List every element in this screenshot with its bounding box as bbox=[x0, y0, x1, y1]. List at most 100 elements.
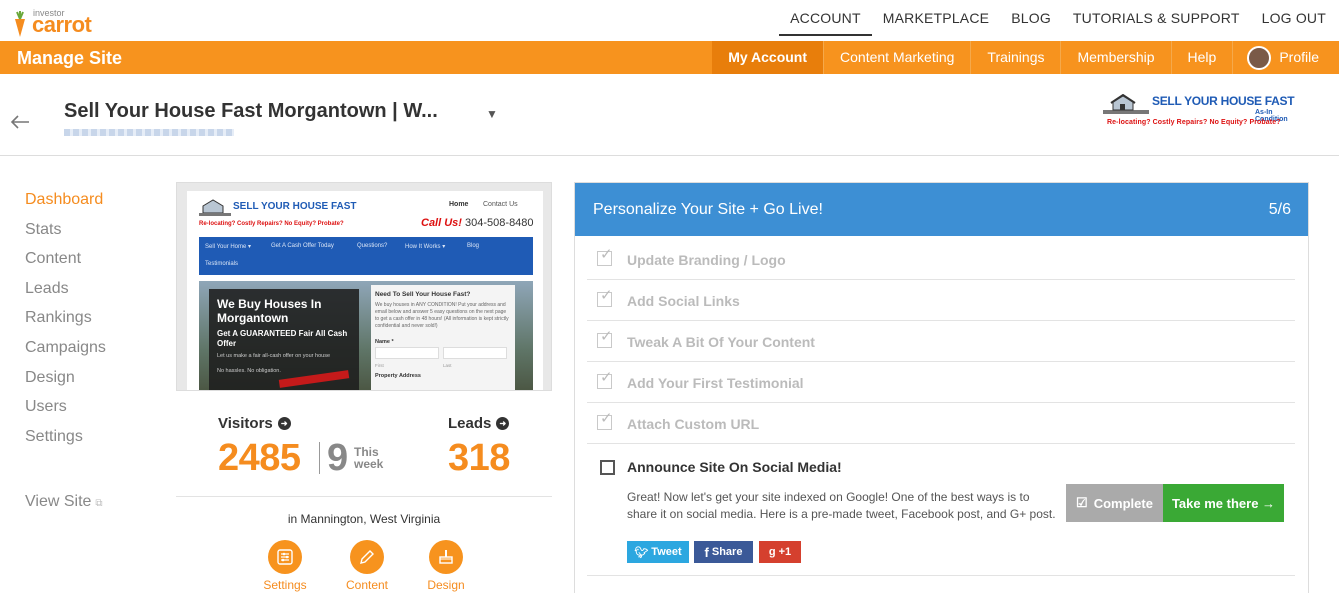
sub-nav-help[interactable]: Help bbox=[1170, 41, 1233, 74]
view-site-label: View Site bbox=[25, 493, 92, 510]
google-plus-button[interactable]: g +1 bbox=[759, 541, 801, 563]
stats-divider-line bbox=[176, 496, 552, 497]
preview-form-heading: Need To Sell Your House Fast? bbox=[375, 291, 471, 298]
go-live-checklist: Personalize Your Site + Go Live! 5/6 ✓ U… bbox=[574, 182, 1309, 593]
tweet-button[interactable]: 🐦︎ Tweet bbox=[627, 541, 689, 563]
complete-button-label: Complete bbox=[1093, 495, 1153, 511]
checklist-title: Personalize Your Site + Go Live! bbox=[593, 201, 823, 218]
open-task-description: Great! Now let's get your site indexed o… bbox=[627, 490, 1056, 521]
top-nav-account[interactable]: ACCOUNT bbox=[779, 0, 872, 36]
manage-site-title: Manage Site bbox=[17, 48, 123, 68]
google-plus-icon: g bbox=[768, 546, 776, 558]
share-label: Share bbox=[711, 546, 743, 558]
sidebar-item-dashboard[interactable]: Dashboard bbox=[25, 190, 155, 220]
preview-form-last-input bbox=[443, 347, 507, 359]
checkmark-icon: ✓ bbox=[600, 287, 613, 304]
sub-nav-content-marketing[interactable]: Content Marketing bbox=[823, 41, 970, 74]
preview-form-address: Property Address bbox=[375, 373, 421, 379]
sub-nav-my-account[interactable]: My Account bbox=[712, 41, 824, 74]
unchecked-box[interactable] bbox=[600, 460, 615, 475]
checkmark-icon: ✓ bbox=[600, 410, 613, 427]
top-bar: investor carrot ACCOUNT MARKETPLACE BLOG… bbox=[0, 0, 1339, 41]
sub-nav-profile[interactable]: Profile bbox=[1232, 41, 1339, 74]
paint-brush-icon bbox=[429, 540, 463, 574]
preview-nav-item: How It Works ▾ bbox=[405, 244, 446, 250]
task-label: Add Social Links bbox=[627, 293, 740, 309]
leads-link[interactable]: Leads ➜ bbox=[448, 415, 510, 432]
task-label: Tweak A Bit Of Your Content bbox=[627, 334, 815, 350]
site-dropdown-caret-icon[interactable]: ▼ bbox=[486, 107, 498, 121]
sidebar-item-design[interactable]: Design bbox=[25, 368, 155, 398]
preview-nav-contact: Contact Us bbox=[483, 201, 518, 208]
quick-link-settings[interactable]: Settings bbox=[255, 540, 315, 592]
visitors-count: 2485 bbox=[218, 437, 301, 479]
arrow-right-circle-icon: ➜ bbox=[277, 417, 291, 430]
preview-form-first-label: First bbox=[375, 363, 384, 368]
sidebar-item-settings[interactable]: Settings bbox=[25, 427, 155, 457]
take-me-there-button[interactable]: Take me there → bbox=[1163, 484, 1284, 522]
complete-button[interactable]: ☑ Complete bbox=[1066, 484, 1163, 522]
sidebar-item-users[interactable]: Users bbox=[25, 397, 155, 427]
leads-label: Leads bbox=[448, 415, 492, 432]
checklist-progress: 5/6 bbox=[1268, 201, 1291, 218]
facebook-share-button[interactable]: f Share bbox=[694, 541, 753, 563]
sidebar-item-stats[interactable]: Stats bbox=[25, 220, 155, 250]
preview-nav-bar: Sell Your Home ▾ Get A Cash Offer Today … bbox=[199, 237, 533, 275]
preview-form-name: Name * bbox=[375, 339, 394, 345]
preview-nav-home: Home bbox=[449, 201, 469, 208]
preview-hero-text: Let us make a fair all-cash offer on you… bbox=[217, 353, 331, 359]
top-nav-marketplace[interactable]: MARKETPLACE bbox=[872, 0, 1000, 41]
this-week-label: This week bbox=[354, 445, 384, 471]
preview-nav-item: Sell Your Home ▾ bbox=[205, 244, 252, 250]
sidebar-item-leads[interactable]: Leads bbox=[25, 279, 155, 309]
checklist-header: Personalize Your Site + Go Live! 5/6 bbox=[575, 183, 1308, 236]
profile-label: Profile bbox=[1279, 49, 1319, 65]
site-brand-logo: SELL YOUR HOUSE FAST As-In Condition Re-… bbox=[1099, 94, 1307, 132]
preview-hero-sub: Get A GUARANTEED Fair All Cash Offer bbox=[217, 329, 348, 348]
preview-call-us: Call Us! 304-508-8480 bbox=[421, 217, 534, 229]
sub-nav: My Account Content Marketing Trainings M… bbox=[712, 41, 1339, 74]
top-nav-tutorials-support[interactable]: TUTORIALS & SUPPORT bbox=[1062, 0, 1251, 41]
task-item-done[interactable]: ✓ Add Your First Testimonial bbox=[587, 362, 1295, 403]
site-url-blurred bbox=[64, 129, 234, 136]
sub-nav-trainings[interactable]: Trainings bbox=[970, 41, 1060, 74]
preview-nav-item: Blog bbox=[467, 243, 480, 249]
house-icon bbox=[1103, 94, 1149, 114]
preview-hero-text2: No hassles. No obligation. bbox=[217, 368, 281, 374]
preview-lead-form: Need To Sell Your House Fast? We buy hou… bbox=[371, 285, 515, 390]
task-item-done[interactable]: ✓ Attach Custom URL bbox=[587, 403, 1295, 444]
sliders-icon bbox=[268, 540, 302, 574]
carrot-icon bbox=[15, 11, 25, 37]
top-nav-log-out[interactable]: LOG OUT bbox=[1251, 0, 1339, 41]
preview-logo-tagline: Re-locating? Costly Repairs? No Equity? … bbox=[199, 221, 344, 227]
logo-big-text: carrot bbox=[32, 12, 92, 37]
site-preview-thumbnail[interactable]: SELL YOUR HOUSE FAST Re-locating? Costly… bbox=[176, 182, 552, 391]
visitors-link[interactable]: Visitors ➜ bbox=[218, 415, 291, 432]
sidebar-item-rankings[interactable]: Rankings bbox=[25, 308, 155, 338]
quick-link-design-label: Design bbox=[427, 578, 465, 592]
quick-link-content[interactable]: Content bbox=[337, 540, 397, 592]
task-item-open: Announce Site On Social Media! Great! No… bbox=[587, 443, 1295, 576]
task-item-done[interactable]: ✓ Add Social Links bbox=[587, 280, 1295, 321]
investor-carrot-logo[interactable]: investor carrot bbox=[12, 6, 102, 37]
back-arrow-icon[interactable] bbox=[10, 110, 30, 136]
sidebar-item-view-site[interactable]: View Site ⧉ bbox=[25, 492, 103, 522]
site-header: Sell Your House Fast Morgantown | W... ▼… bbox=[0, 74, 1339, 156]
preview-hero: We Buy Houses In Morgantown Get A GUARAN… bbox=[199, 281, 533, 390]
top-nav: ACCOUNT MARKETPLACE BLOG TUTORIALS & SUP… bbox=[779, 0, 1339, 41]
preview-form-text: We buy houses in ANY CONDITION! Put your… bbox=[375, 302, 509, 329]
sub-nav-membership[interactable]: Membership bbox=[1060, 41, 1170, 74]
visitors-label: Visitors bbox=[218, 415, 273, 432]
task-label: Attach Custom URL bbox=[627, 416, 760, 432]
site-title: Sell Your House Fast Morgantown | W... bbox=[64, 100, 438, 122]
checkmark-icon: ✓ bbox=[600, 328, 613, 345]
task-item-done[interactable]: ✓ Tweak A Bit Of Your Content bbox=[587, 321, 1295, 362]
quick-link-design[interactable]: Design bbox=[416, 540, 476, 592]
sidebar-item-content[interactable]: Content bbox=[25, 249, 155, 279]
site-location: in Mannington, West Virginia bbox=[287, 512, 441, 526]
sidebar-item-campaigns[interactable]: Campaigns bbox=[25, 338, 155, 368]
top-nav-blog[interactable]: BLOG bbox=[1000, 0, 1062, 41]
task-item-done[interactable]: ✓ Update Branding / Logo bbox=[587, 239, 1295, 280]
task-label: Add Your First Testimonial bbox=[627, 375, 804, 391]
tweet-label: Tweet bbox=[651, 546, 682, 558]
